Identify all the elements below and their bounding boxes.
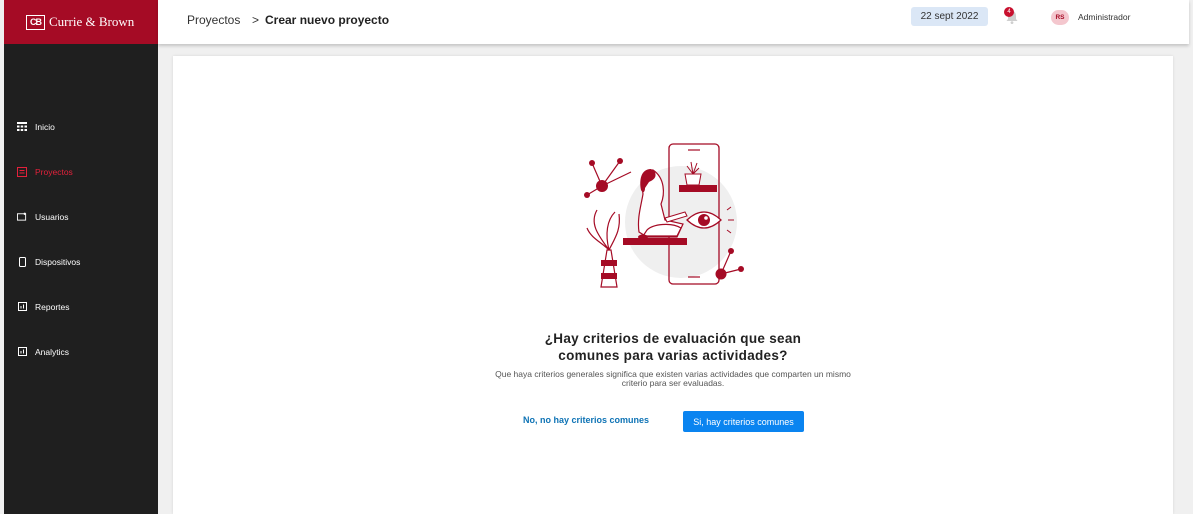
sidebar-item-reportes[interactable]: Reportes: [4, 284, 158, 329]
sidebar-item-label: Inicio: [35, 121, 55, 132]
top-bar: Proyectos > Crear nuevo proyecto 22 sept…: [158, 0, 1189, 44]
breadcrumb-root[interactable]: Proyectos: [187, 13, 240, 27]
sidebar-item-label: Analytics: [35, 346, 70, 357]
sidebar-item-dispositivos[interactable]: Dispositivos: [4, 239, 158, 284]
folder-icon: [17, 166, 27, 177]
yes-common-criteria-button[interactable]: Si, hay criterios comunes: [683, 411, 804, 432]
sidebar: CB Currie & Brown Inicio Proyectos Usuar…: [4, 0, 158, 514]
no-common-criteria-button[interactable]: No, no hay criterios comunes: [523, 415, 649, 425]
woman-meditating-illustration: [584, 143, 744, 288]
sidebar-item-label: Usuarios: [35, 211, 69, 222]
report-icon: [17, 302, 27, 312]
sidebar-item-label: Proyectos: [35, 166, 73, 177]
analytics-icon: [17, 347, 27, 357]
brand-logo[interactable]: CB Currie & Brown: [4, 0, 158, 44]
brand-name: Currie & Brown: [49, 14, 135, 29]
sidebar-item-inicio[interactable]: Inicio: [4, 104, 158, 149]
page-title: Crear nuevo proyecto: [265, 13, 390, 27]
sidebar-item-proyectos[interactable]: Proyectos: [4, 149, 158, 194]
question-heading: ¿Hay criterios de evaluación que sean co…: [173, 330, 1173, 364]
breadcrumb-separator: >: [252, 13, 260, 27]
sidebar-item-analytics[interactable]: Analytics: [4, 329, 158, 374]
sidebar-nav: Inicio Proyectos Usuarios Dispositivos R…: [4, 104, 158, 374]
grid-icon: [17, 122, 27, 132]
user-name[interactable]: Administrador: [1078, 12, 1130, 22]
device-icon: [17, 256, 27, 267]
question-line-1: ¿Hay criterios de evaluación que sean: [544, 331, 802, 346]
description-line-2: criterio para ser evaluadas.: [621, 378, 725, 388]
avatar[interactable]: RS: [1051, 10, 1069, 25]
sidebar-item-label: Reportes: [35, 301, 70, 312]
question-card: ¿Hay criterios de evaluación que sean co…: [173, 56, 1173, 514]
question-line-2: comunes para varias actividades?: [558, 348, 788, 363]
sidebar-item-label: Dispositivos: [35, 256, 81, 267]
sidebar-item-usuarios[interactable]: Usuarios: [4, 194, 158, 239]
logo-mark: CB: [26, 14, 45, 30]
notification-badge: 4: [1004, 7, 1014, 17]
date-chip: 22 sept 2022: [911, 7, 988, 26]
users-icon: [17, 212, 27, 222]
question-description: Que haya criterios generales significa q…: [173, 370, 1173, 388]
